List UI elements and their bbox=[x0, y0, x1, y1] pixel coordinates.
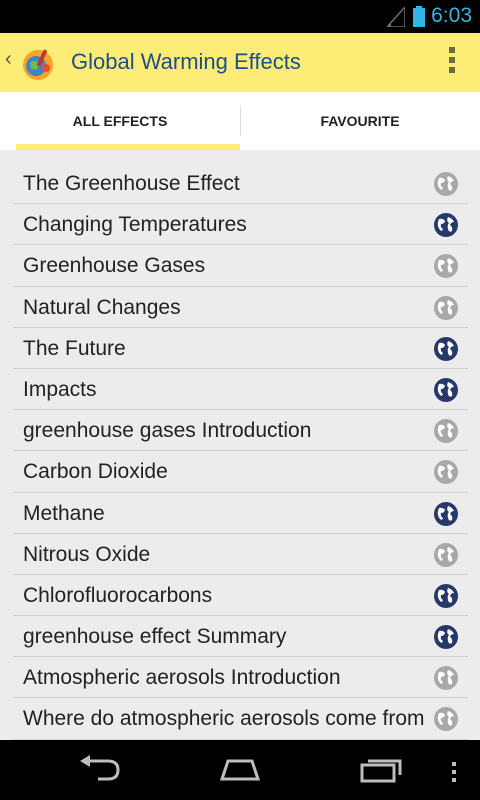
tab-favourite[interactable]: FAVOURITE bbox=[240, 92, 480, 150]
back-icon[interactable] bbox=[78, 755, 122, 783]
overflow-menu-icon[interactable] bbox=[448, 47, 456, 77]
clock: 6:03 bbox=[431, 4, 472, 27]
menu-icon[interactable] bbox=[450, 760, 458, 784]
list-item[interactable]: Nitrous Oxide bbox=[13, 534, 468, 575]
globe-favourite-icon[interactable] bbox=[434, 377, 458, 402]
home-icon[interactable] bbox=[216, 755, 264, 783]
list-item[interactable]: Natural Changes bbox=[13, 287, 468, 328]
list-item-label: greenhouse effect Summary bbox=[23, 625, 287, 649]
list-item-label: Carbon Dioxide bbox=[23, 460, 168, 484]
list-item-label: The Greenhouse Effect bbox=[23, 172, 240, 195]
globe-icon[interactable] bbox=[434, 419, 458, 444]
list-item[interactable]: greenhouse effect Summary bbox=[13, 616, 468, 658]
list-item[interactable]: Carbon Dioxide bbox=[13, 451, 468, 493]
globe-icon[interactable] bbox=[434, 295, 458, 320]
app-logo-icon[interactable] bbox=[16, 43, 56, 83]
list-item-label: Greenhouse Gases bbox=[23, 254, 206, 278]
globe-favourite-icon[interactable] bbox=[434, 583, 458, 608]
list-item[interactable]: The Greenhouse Effect bbox=[13, 163, 468, 205]
list-item[interactable]: Greenhouse Gases bbox=[13, 245, 468, 287]
action-bar: ‹ Global Warming Effects bbox=[0, 33, 480, 92]
globe-icon[interactable] bbox=[434, 254, 458, 279]
globe-favourite-icon[interactable] bbox=[434, 501, 458, 526]
globe-icon[interactable] bbox=[434, 460, 458, 485]
globe-favourite-icon[interactable] bbox=[434, 213, 458, 238]
globe-icon[interactable] bbox=[434, 707, 458, 732]
list-item[interactable]: greenhouse gases Introduction bbox=[13, 410, 468, 452]
status-bar: 6:03 bbox=[0, 0, 480, 33]
effects-list[interactable]: The Greenhouse Effect Changing Temperatur… bbox=[13, 163, 468, 740]
list-item[interactable]: Where do atmospheric aerosols come from bbox=[13, 698, 468, 740]
up-caret-icon[interactable]: ‹ bbox=[5, 48, 12, 71]
list-item-label: Atmospheric aerosols Introduction bbox=[23, 666, 341, 690]
screen: 6:03 ‹ Global Warming Effects ALL EFFECT… bbox=[0, 0, 480, 800]
globe-icon[interactable] bbox=[434, 542, 458, 567]
list-item-label: Where do atmospheric aerosols come from bbox=[23, 707, 425, 731]
recent-apps-icon[interactable] bbox=[358, 755, 404, 783]
list-item[interactable]: Impacts bbox=[13, 369, 468, 411]
tab-all-effects[interactable]: ALL EFFECTS bbox=[0, 92, 240, 150]
globe-icon[interactable] bbox=[434, 666, 458, 691]
list-item-label: Methane bbox=[23, 501, 105, 525]
list-item-label: Changing Temperatures bbox=[23, 213, 247, 237]
globe-favourite-icon[interactable] bbox=[434, 336, 458, 361]
list-item[interactable]: Changing Temperatures bbox=[13, 204, 468, 246]
app-title: Global Warming Effects bbox=[71, 49, 301, 74]
list-item[interactable]: Chlorofluorocarbons bbox=[13, 575, 468, 617]
globe-favourite-icon[interactable] bbox=[434, 625, 458, 650]
list-item-label: Natural Changes bbox=[23, 295, 181, 319]
list-item-label: The Future bbox=[23, 336, 126, 360]
list-item-label: Nitrous Oxide bbox=[23, 542, 151, 566]
list-item-label: Chlorofluorocarbons bbox=[23, 583, 213, 607]
list-item[interactable]: Methane bbox=[13, 493, 468, 534]
list-item-label: greenhouse gases Introduction bbox=[23, 419, 312, 443]
globe-icon[interactable] bbox=[434, 172, 458, 196]
battery-icon bbox=[413, 6, 425, 27]
list-item[interactable]: Atmospheric aerosols Introduction bbox=[13, 657, 468, 699]
navigation-bar bbox=[0, 740, 480, 800]
list-item[interactable]: The Future bbox=[13, 328, 468, 369]
list-item-label: Impacts bbox=[23, 377, 97, 401]
tab-bar: ALL EFFECTS FAVOURITE bbox=[0, 92, 480, 150]
signal-icon bbox=[387, 7, 405, 27]
